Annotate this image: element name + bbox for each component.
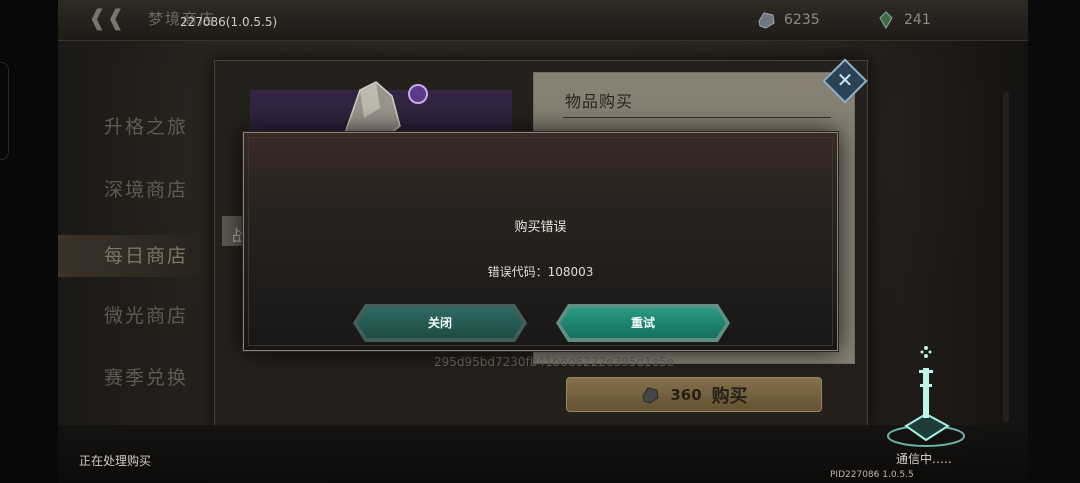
back-arrow-icon[interactable]: ❰❰ bbox=[88, 8, 128, 30]
side-item-glimmer-shop[interactable]: 微光商店 bbox=[58, 295, 223, 337]
close-icon: ✕ bbox=[836, 68, 854, 92]
edge-handle bbox=[0, 62, 9, 160]
scrollbar[interactable] bbox=[1003, 92, 1009, 422]
buy-label: 购买 bbox=[711, 385, 748, 407]
side-item-season-exchange[interactable]: 赛季兑换 bbox=[58, 357, 223, 399]
buy-price: 360 bbox=[670, 385, 702, 404]
side-item-daily-shop[interactable]: 每日商店 bbox=[58, 235, 223, 277]
stone-icon bbox=[642, 386, 659, 404]
dialog-title: 购买错误 bbox=[514, 220, 567, 235]
item-hash: 295d95bd7230fb41b6d6222e395d1e5e bbox=[434, 355, 675, 369]
version-label: 227086(1.0.5.5) bbox=[180, 15, 278, 29]
divider bbox=[563, 117, 831, 118]
error-code-message: 错误代码：108003 bbox=[487, 265, 594, 279]
close-button[interactable]: 关闭 bbox=[357, 308, 523, 338]
gem-icon bbox=[879, 11, 893, 29]
connecting-status: 通信中….. bbox=[896, 452, 952, 466]
side-item-ascension[interactable]: 升格之旅 bbox=[58, 106, 223, 148]
currency-stone[interactable]: 6235 bbox=[756, 11, 820, 29]
side-item-abyss-shop[interactable]: 深境商店 bbox=[58, 169, 223, 211]
purchase-error-dialog: 购买错误 错误代码：108003 关闭 重试 bbox=[243, 132, 838, 351]
pid-label: PID227086 1.0.5.5 bbox=[830, 470, 914, 480]
buy-button[interactable]: 360 购买 bbox=[566, 377, 822, 412]
right-gutter bbox=[1028, 0, 1080, 483]
purchase-title: 物品购买 bbox=[565, 92, 634, 111]
close-button-label: 关闭 bbox=[427, 316, 452, 330]
processing-status: 正在处理购买 bbox=[79, 454, 152, 468]
currency-gem-value: 241 bbox=[904, 12, 931, 28]
currency-gem[interactable]: 241 bbox=[876, 11, 931, 29]
retry-button-label: 重试 bbox=[630, 316, 655, 330]
stone-icon bbox=[758, 12, 775, 29]
dialog-frame bbox=[248, 137, 833, 346]
loading-totem-icon bbox=[887, 346, 965, 447]
retry-button[interactable]: 重试 bbox=[560, 308, 726, 338]
currency-stone-value: 6235 bbox=[784, 12, 820, 28]
